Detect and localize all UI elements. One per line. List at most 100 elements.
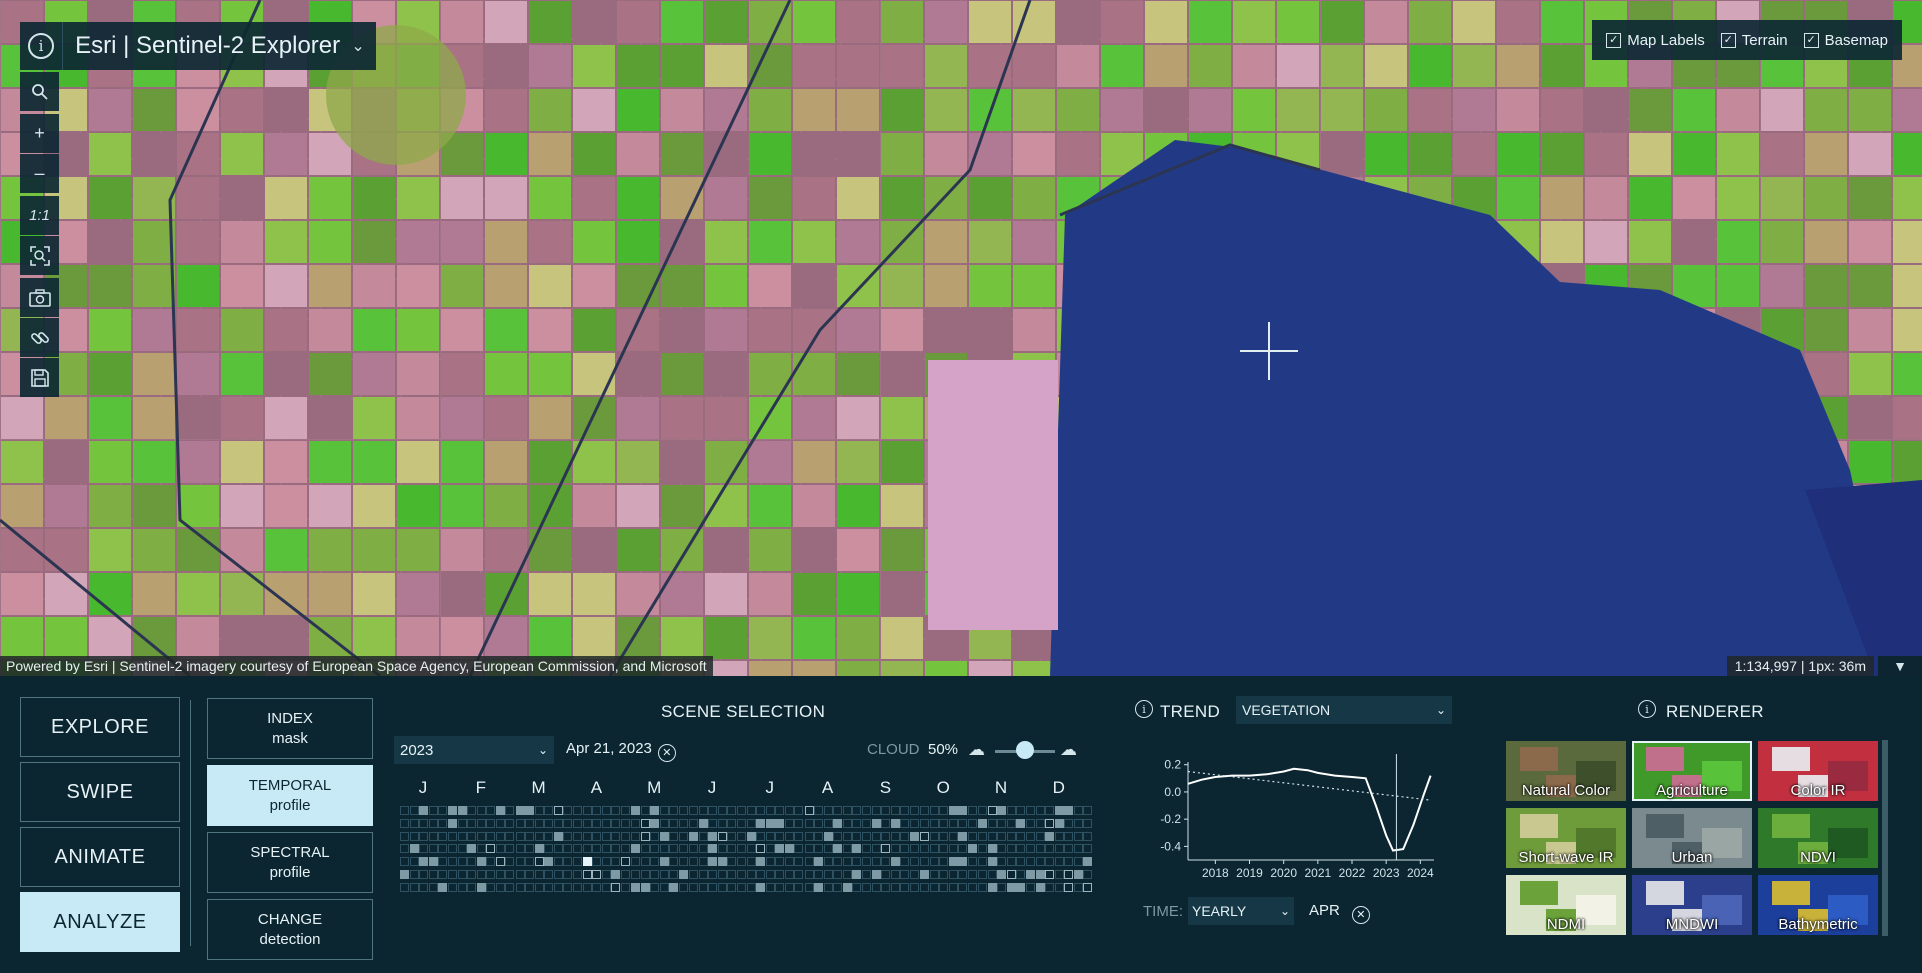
scene-day[interactable] (997, 844, 1006, 854)
scene-day[interactable] (890, 831, 900, 841)
scene-day[interactable] (486, 882, 496, 892)
scene-day[interactable] (1054, 806, 1064, 815)
scene-day[interactable] (631, 831, 641, 841)
scene-day[interactable] (804, 870, 814, 879)
scene-day[interactable] (929, 818, 939, 828)
scene-day[interactable] (852, 857, 862, 867)
scene-day[interactable] (997, 818, 1006, 828)
scene-day[interactable] (525, 870, 535, 879)
scene-day[interactable] (967, 882, 977, 892)
scene-day[interactable] (689, 870, 698, 879)
scene-day[interactable] (1016, 831, 1025, 841)
scene-day[interactable] (871, 831, 881, 841)
scene-day[interactable] (823, 857, 833, 867)
scene-day[interactable] (428, 870, 438, 879)
scene-day[interactable] (939, 882, 949, 892)
scene-day[interactable] (563, 818, 573, 828)
scene-day[interactable] (1064, 818, 1074, 828)
scene-day[interactable] (948, 844, 958, 854)
scene-day[interactable] (495, 870, 505, 879)
scene-day[interactable] (457, 818, 467, 828)
scene-day[interactable] (409, 818, 419, 828)
scene-day[interactable] (438, 818, 447, 828)
scene-day[interactable] (909, 857, 919, 867)
scene-day[interactable] (419, 882, 428, 892)
scene-day[interactable] (573, 818, 583, 828)
scene-day[interactable] (978, 882, 987, 892)
link-icon[interactable] (20, 318, 59, 357)
scene-day[interactable] (428, 818, 438, 828)
scene-day[interactable] (784, 844, 794, 854)
scene-day[interactable] (553, 831, 563, 841)
scene-day[interactable] (871, 844, 881, 854)
scene-day[interactable] (890, 870, 900, 879)
scene-day[interactable] (495, 831, 505, 841)
scene-day[interactable] (727, 857, 736, 867)
scene-day[interactable] (457, 857, 467, 867)
scene-day[interactable] (852, 831, 862, 841)
scene-day[interactable] (717, 857, 727, 867)
scene-day[interactable] (573, 882, 583, 892)
scene-day[interactable] (746, 818, 756, 828)
scene-day[interactable] (900, 844, 910, 854)
scene-day[interactable] (881, 831, 891, 841)
scene-day[interactable] (1035, 857, 1045, 867)
scene-day[interactable] (698, 870, 708, 879)
scene-day[interactable] (515, 870, 525, 879)
scene-day[interactable] (447, 831, 457, 841)
scene-day[interactable] (958, 831, 968, 841)
scene-day[interactable] (1045, 818, 1055, 828)
scene-day[interactable] (862, 818, 872, 828)
scene-day[interactable] (987, 882, 997, 892)
scene-day[interactable] (601, 806, 611, 815)
scene-day[interactable] (909, 806, 919, 815)
scene-day[interactable] (881, 857, 891, 867)
scene-day[interactable] (746, 870, 756, 879)
scene-day[interactable] (775, 857, 785, 867)
scene-day[interactable] (582, 806, 592, 815)
scene-day[interactable] (920, 857, 930, 867)
index-mask-button[interactable]: INDEX mask (207, 698, 373, 759)
scene-day[interactable] (814, 831, 824, 841)
renderer-tile[interactable]: NDMI (1506, 875, 1626, 935)
scene-day[interactable] (1073, 818, 1083, 828)
scene-day[interactable] (1045, 831, 1055, 841)
scene-day[interactable] (784, 857, 794, 867)
scene-day[interactable] (505, 806, 515, 815)
scene-day[interactable] (592, 806, 602, 815)
scene-day[interactable] (881, 806, 891, 815)
scene-day[interactable] (620, 870, 630, 879)
scene-day[interactable] (765, 844, 775, 854)
scene-day[interactable] (563, 882, 573, 892)
scene-day[interactable] (756, 882, 766, 892)
terrain-toggle[interactable]: ✓ Terrain (1720, 32, 1788, 49)
scene-day[interactable] (620, 844, 630, 854)
scene-day[interactable] (1025, 857, 1035, 867)
scene-day[interactable] (495, 818, 505, 828)
scene-day[interactable] (698, 882, 708, 892)
scene-day[interactable] (698, 806, 708, 815)
scene-day[interactable] (544, 857, 554, 867)
scene-day[interactable] (948, 831, 958, 841)
scene-day[interactable] (515, 882, 525, 892)
scene-day[interactable] (920, 882, 930, 892)
scene-day[interactable] (1035, 806, 1045, 815)
scene-day[interactable] (467, 844, 477, 854)
scene-day[interactable] (678, 870, 688, 879)
scene-day[interactable] (467, 831, 477, 841)
map-labels-toggle[interactable]: ✓ Map Labels (1606, 32, 1705, 49)
scene-day[interactable] (794, 831, 804, 841)
scene-day[interactable] (871, 818, 881, 828)
scene-day[interactable] (756, 818, 766, 828)
scene-day[interactable] (534, 857, 544, 867)
scene-day[interactable] (678, 882, 688, 892)
scene-day[interactable] (900, 831, 910, 841)
scene-day[interactable] (842, 882, 852, 892)
scene-day[interactable] (814, 857, 824, 867)
scene-day[interactable] (544, 806, 554, 815)
scene-day[interactable] (669, 831, 679, 841)
scene-day[interactable] (804, 806, 814, 815)
scene-day[interactable] (669, 870, 679, 879)
scene-day[interactable] (775, 831, 785, 841)
scene-day[interactable] (967, 806, 977, 815)
